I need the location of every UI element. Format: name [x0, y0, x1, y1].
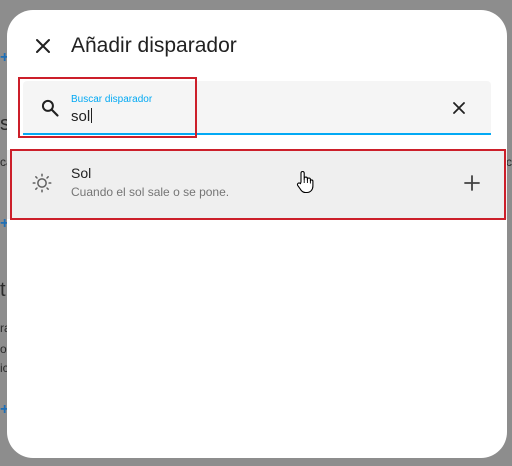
close-icon	[36, 39, 50, 53]
search-label: Buscar disparador	[71, 94, 153, 105]
list-item-description: Cuando el sol sale o se pone.	[71, 185, 230, 199]
sun-icon	[32, 173, 52, 193]
search-icon	[41, 99, 59, 117]
add-trigger-dialog: Añadir disparador Buscar disparador sol	[7, 10, 507, 458]
dialog-title: Añadir disparador	[71, 34, 237, 57]
list-item-title: Sol	[71, 165, 92, 181]
clear-search-button[interactable]	[449, 98, 469, 118]
list-item-sol[interactable]: Sol Cuando el sol sale o se pone.	[7, 150, 507, 219]
search-input[interactable]: sol	[71, 108, 93, 126]
search-field[interactable]: Buscar disparador sol	[23, 81, 491, 135]
clear-icon	[453, 102, 465, 114]
search-input-value: sol	[71, 108, 91, 125]
close-button[interactable]	[29, 32, 57, 60]
add-icon[interactable]	[463, 174, 481, 192]
text-caret	[91, 108, 93, 123]
background-text: t	[0, 279, 6, 301]
